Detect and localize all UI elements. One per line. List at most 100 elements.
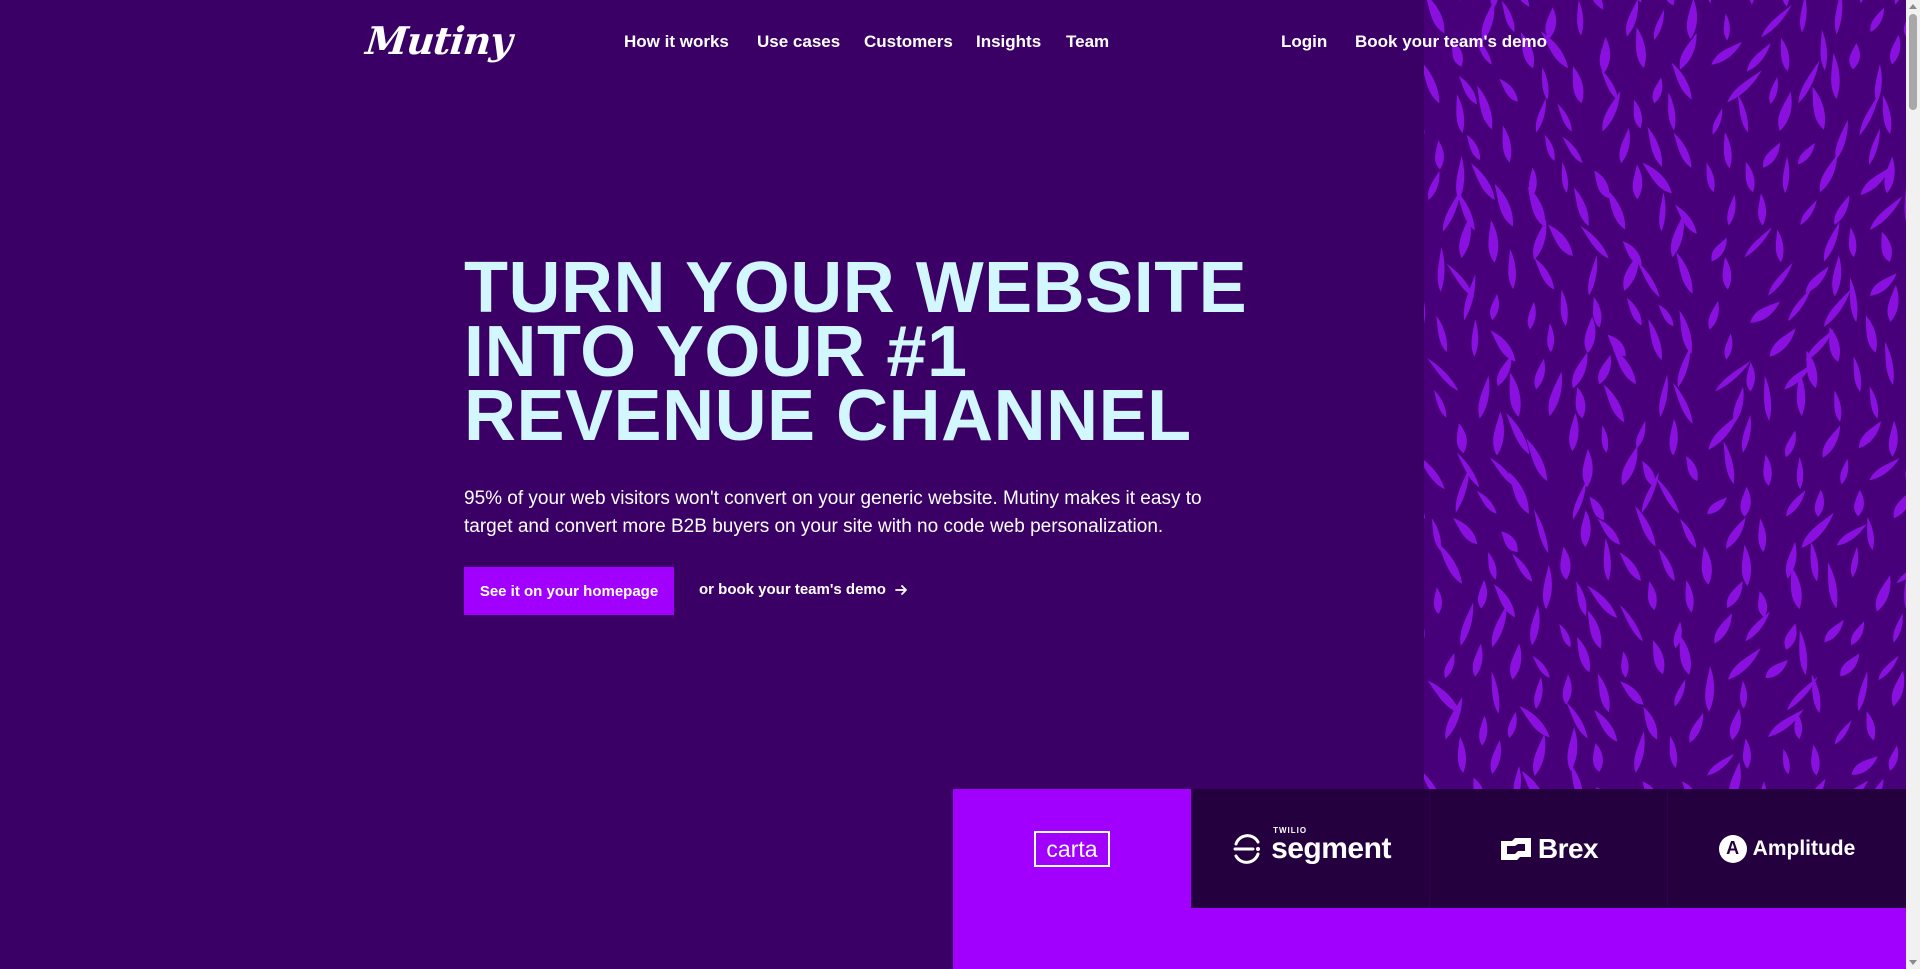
pattern-flame	[1424, 278, 1426, 325]
pattern-flame	[1823, 221, 1840, 262]
arrow-right-icon	[895, 584, 907, 595]
pattern-flame	[1854, 489, 1864, 517]
pattern-flame	[1488, 220, 1499, 263]
pattern-flame	[1533, 509, 1549, 554]
pattern-flame	[1580, 225, 1609, 259]
nav-team[interactable]: Team	[1066, 32, 1109, 52]
pattern-flame	[1502, 125, 1512, 163]
scrollbar-thumb[interactable]	[1909, 14, 1917, 110]
pattern-flame	[1453, 518, 1478, 545]
pattern-flame	[1647, 581, 1657, 611]
pattern-flame	[1714, 613, 1732, 644]
pattern-flame	[1835, 119, 1848, 161]
pattern-flame	[1819, 154, 1838, 193]
pattern-flame	[1490, 330, 1516, 362]
pattern-flame	[1763, 142, 1781, 168]
pattern-flame	[1533, 733, 1546, 777]
pattern-flame	[1471, 163, 1495, 200]
pattern-flame	[1834, 720, 1852, 745]
nav-how-it-works[interactable]: How it works	[624, 32, 729, 52]
pattern-flame	[1881, 231, 1892, 262]
amplitude-icon: A	[1718, 834, 1747, 863]
nav-customers[interactable]: Customers	[864, 32, 953, 52]
pattern-flame	[1882, 94, 1892, 135]
pattern-flame	[1433, 587, 1442, 615]
pattern-flame	[1456, 423, 1467, 454]
brex-logo-tile[interactable]: Brex	[1429, 789, 1668, 908]
pattern-flame	[1424, 455, 1445, 490]
pattern-flame	[1867, 516, 1875, 551]
pattern-flame	[1724, 333, 1733, 360]
pattern-flame	[1726, 517, 1746, 549]
pattern-flame	[1424, 546, 1425, 580]
pattern-flame	[1456, 156, 1465, 202]
pattern-flame	[1490, 294, 1500, 321]
pattern-flame	[1588, 255, 1598, 296]
pattern-flame	[1506, 412, 1530, 455]
scroll-down-arrow-icon[interactable]	[1909, 960, 1917, 965]
book-demo-link[interactable]: or book your team's demo	[699, 581, 908, 598]
pattern-flame	[1672, 382, 1693, 424]
pattern-flame	[1745, 161, 1755, 193]
page-scrollbar[interactable]	[1906, 0, 1920, 969]
pattern-flame	[1689, 712, 1704, 743]
carta-logo-tile[interactable]: carta	[953, 789, 1191, 908]
pattern-flame	[1530, 605, 1540, 646]
pattern-flame	[1424, 665, 1425, 711]
pattern-flame	[1728, 762, 1741, 790]
pattern-flame	[1487, 552, 1497, 580]
mutiny-logo[interactable]: Mutiny	[364, 18, 514, 63]
pattern-flame	[1722, 257, 1732, 290]
pattern-flame	[1764, 375, 1772, 422]
pattern-flame	[1636, 420, 1646, 449]
pattern-flame	[1840, 653, 1860, 677]
pattern-flame	[1686, 456, 1698, 482]
see-homepage-button[interactable]: See it on your homepage	[464, 567, 674, 615]
pattern-flame	[1891, 670, 1905, 707]
pattern-flame	[1728, 648, 1761, 680]
pattern-flame	[1477, 85, 1493, 130]
pattern-flame	[1765, 659, 1788, 678]
pattern-flame	[1597, 673, 1610, 713]
segment-logo-tile[interactable]: TWILIO segment	[1191, 789, 1430, 908]
pattern-flame	[1547, 323, 1555, 353]
pattern-flame	[1534, 358, 1545, 390]
pattern-flame	[1632, 164, 1643, 200]
nav-login[interactable]: Login	[1281, 32, 1327, 52]
pattern-flame	[1676, 251, 1693, 294]
pattern-flame	[1865, 315, 1877, 353]
pattern-flame	[1834, 195, 1850, 225]
pattern-flame	[1548, 371, 1562, 417]
pattern-flame	[1460, 602, 1474, 647]
pattern-flame	[1478, 375, 1490, 419]
pattern-flame	[1633, 99, 1643, 129]
pattern-flame	[1510, 643, 1522, 680]
pattern-flame	[1888, 420, 1898, 457]
pattern-flame	[1534, 676, 1543, 710]
pattern-flame	[1888, 745, 1899, 771]
pattern-flame	[1576, 581, 1587, 616]
pattern-flame	[1723, 132, 1732, 169]
segment-name: segment	[1271, 831, 1391, 865]
nav-book-demo[interactable]: Book your team's demo	[1355, 32, 1547, 52]
pattern-flame	[1884, 341, 1894, 386]
pattern-flame	[1592, 742, 1603, 773]
pattern-flame	[1822, 425, 1841, 458]
pattern-flame	[1576, 636, 1591, 673]
pattern-flame	[1824, 619, 1844, 643]
logos-accent-band	[953, 908, 1906, 969]
nav-insights[interactable]: Insights	[976, 32, 1041, 52]
pattern-flame	[1501, 531, 1518, 553]
pattern-flame	[1778, 91, 1792, 132]
nav-use-cases[interactable]: Use cases	[757, 32, 840, 52]
pattern-flame	[1477, 580, 1488, 609]
pattern-flame	[1534, 258, 1555, 290]
scroll-up-arrow-icon[interactable]	[1909, 4, 1917, 9]
pattern-flame	[1758, 518, 1767, 553]
pattern-flame	[1744, 227, 1772, 258]
amplitude-logo-tile[interactable]: A Amplitude	[1667, 789, 1906, 908]
pattern-flame	[1659, 192, 1666, 232]
segment-icon	[1233, 833, 1261, 864]
pattern-flame	[1494, 183, 1513, 227]
brex-name: Brex	[1537, 832, 1599, 864]
